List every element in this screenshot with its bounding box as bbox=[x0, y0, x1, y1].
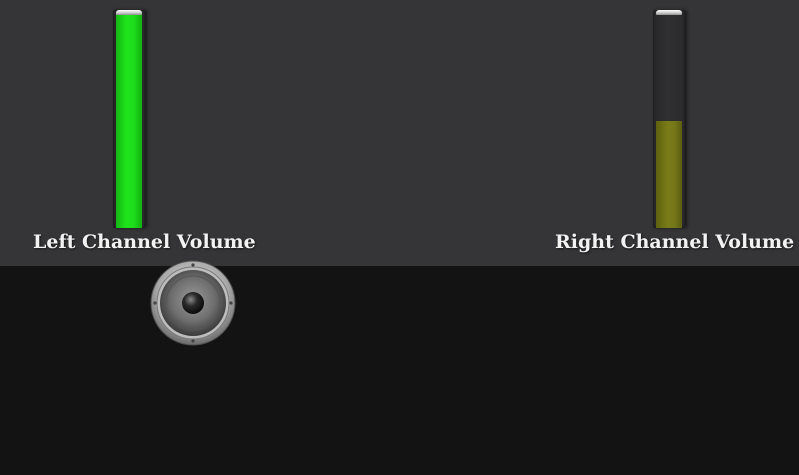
speaker-icon[interactable] bbox=[150, 260, 236, 346]
right-channel-volume-label: Right Channel Volume bbox=[555, 231, 795, 253]
right-channel-volume-meter bbox=[653, 10, 685, 228]
volume-panel: Left Channel Volume Right Channel Volume bbox=[0, 0, 799, 266]
meter-cap bbox=[116, 10, 142, 15]
left-channel-volume-meter bbox=[113, 10, 145, 228]
left-channel-volume-label: Left Channel Volume bbox=[33, 231, 256, 253]
right-channel-volume-fill bbox=[656, 121, 682, 228]
left-channel-volume-fill bbox=[116, 14, 142, 228]
meter-cap bbox=[656, 10, 682, 15]
